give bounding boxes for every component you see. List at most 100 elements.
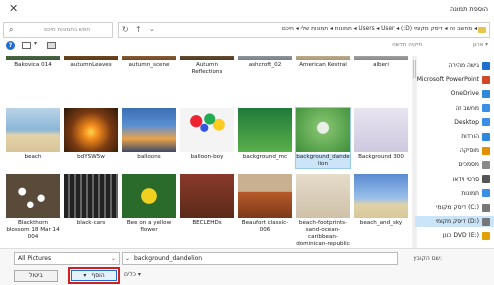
image-thumbnail[interactable]: [64, 56, 118, 60]
window-title: הוספת תמונה: [450, 5, 488, 13]
image-thumbnail[interactable]: [180, 56, 234, 60]
image-thumbnail[interactable]: [180, 174, 234, 218]
nav-item-label: מוסיקה: [459, 147, 479, 155]
file-name: American Kestral: [299, 62, 347, 68]
nav-item-label: גישה מהירה: [448, 62, 479, 69]
nav-item[interactable]: מסמכים: [458, 159, 490, 170]
nav-item[interactable]: הורדות: [461, 131, 490, 142]
file-tile[interactable]: balloons: [122, 108, 176, 161]
nav-item[interactable]: סרטי וידאו: [453, 174, 490, 185]
file-tile[interactable]: Background 300: [354, 108, 408, 161]
file-tile[interactable]: BECLEHDs: [180, 174, 234, 227]
image-thumbnail[interactable]: [238, 108, 292, 152]
up-arrow-icon[interactable]: ↑: [135, 25, 142, 34]
star-icon: [482, 61, 490, 70]
file-name: Beaufort classic-006: [241, 220, 289, 233]
file-tile[interactable]: Autumn Reflections: [180, 56, 234, 76]
search-icon[interactable]: ⌕: [9, 25, 13, 35]
file-name: balloon-boy: [190, 154, 224, 160]
image-thumbnail[interactable]: [238, 56, 292, 60]
file-tile[interactable]: beach_and_sky: [354, 174, 408, 227]
tools-button[interactable]: כלים ▾: [124, 271, 141, 278]
cancel-button[interactable]: ביטול: [14, 270, 58, 282]
nav-item-label: הורדות: [461, 133, 479, 140]
file-tile[interactable]: beach-footprints-sand-ocean-caribbean-do…: [296, 174, 350, 248]
video-icon: [482, 175, 490, 184]
breadcrumb[interactable]: ◂ מחשב זה ◂ דיסק מקומי (D:) ◂ Users ◂ Us…: [282, 26, 477, 32]
file-tile[interactable]: balloon-boy: [180, 108, 234, 161]
image-thumbnail[interactable]: [296, 56, 350, 60]
image-thumbnail[interactable]: [6, 108, 60, 152]
filter-dropdown-icon[interactable]: ⌄: [111, 255, 116, 262]
refresh-icon[interactable]: ↻: [122, 25, 129, 34]
help-icon[interactable]: ?: [6, 41, 15, 50]
file-tile[interactable]: background_dandelion: [295, 107, 351, 169]
search-box[interactable]: ⌕ חפש בתמונות חיכם: [3, 22, 113, 38]
music-icon: [482, 146, 490, 155]
image-thumbnail[interactable]: [296, 174, 350, 218]
file-tile[interactable]: alberi: [354, 56, 408, 69]
organize-button[interactable]: ארגן ▾: [473, 42, 488, 48]
image-thumbnail[interactable]: [122, 56, 176, 60]
nav-item-label: OneDrive: [450, 90, 479, 98]
file-name: BECLEHDs: [192, 220, 222, 226]
address-bar[interactable]: ↻ ↑ ⌄ ◂ מחשב זה ◂ דיסק מקומי (D:) ◂ User…: [118, 22, 490, 38]
nav-item-label: מחשב זה: [455, 104, 479, 112]
change-view-icon[interactable]: [22, 42, 31, 49]
image-thumbnail[interactable]: [180, 108, 234, 152]
file-tile[interactable]: American Kestral: [296, 56, 350, 69]
drive-icon: [482, 217, 490, 226]
image-thumbnail[interactable]: [296, 108, 350, 152]
dvd-icon: [482, 231, 490, 240]
preview-pane-icon[interactable]: [47, 42, 56, 49]
file-type-filter[interactable]: All Pictures ⌄: [14, 252, 120, 265]
image-thumbnail[interactable]: [354, 56, 408, 60]
file-name: balloons: [137, 154, 161, 160]
nav-item[interactable]: גישה מהירה: [448, 60, 490, 71]
image-thumbnail[interactable]: [6, 56, 60, 60]
nav-item-label: Microsoft PowerPoint: [416, 76, 479, 84]
nav-item[interactable]: Microsoft PowerPoint: [417, 74, 490, 85]
file-tile[interactable]: bdYSW5w: [64, 108, 118, 161]
nav-item[interactable]: דיסק מקומי (D:): [415, 216, 494, 228]
file-name: Autumn Reflections: [191, 62, 223, 75]
file-tile[interactable]: Blackthorn blossom 18 Mar 14 004: [6, 174, 60, 241]
nav-item[interactable]: Desktop: [454, 117, 490, 128]
insert-dropdown-icon[interactable]: ▾: [83, 272, 86, 279]
image-thumbnail[interactable]: [354, 108, 408, 152]
nav-item[interactable]: דיסק מקומי (C:): [436, 202, 490, 213]
insert-button[interactable]: ▾ הוסף: [71, 270, 117, 281]
new-folder-button[interactable]: תיקיה חדשה: [392, 42, 422, 48]
filename-input[interactable]: ⌄ background_dandelion: [122, 252, 398, 265]
file-tile[interactable]: background_mc: [238, 108, 292, 161]
folder-icon: [478, 27, 486, 33]
image-thumbnail[interactable]: [64, 108, 118, 152]
file-name: Blackthorn blossom 18 Mar 14 004: [6, 220, 60, 240]
image-thumbnail[interactable]: [238, 174, 292, 218]
pictures-icon: [482, 189, 490, 198]
file-tile[interactable]: beach: [6, 108, 60, 161]
file-tile[interactable]: black-cars: [64, 174, 118, 227]
file-tile[interactable]: Beaufort classic-006: [238, 174, 292, 234]
nav-item[interactable]: OneDrive: [451, 88, 490, 99]
image-thumbnail[interactable]: [122, 108, 176, 152]
image-thumbnail[interactable]: [122, 174, 176, 218]
view-dropdown-icon[interactable]: ▾: [34, 40, 37, 47]
address-dropdown-icon[interactable]: ⌄: [149, 25, 155, 33]
file-tile[interactable]: Bee on a yellow flower: [122, 174, 176, 234]
file-tile[interactable]: autumn_scene: [122, 56, 176, 69]
nav-item[interactable]: מחשב זה: [455, 103, 490, 114]
file-tile[interactable]: ashcroft_02: [238, 56, 292, 69]
file-tile[interactable]: Bakovica 014: [6, 56, 60, 69]
image-thumbnail[interactable]: [64, 174, 118, 218]
nav-item[interactable]: תמונות: [461, 188, 490, 199]
close-icon[interactable]: ✕: [9, 2, 18, 15]
filename-dropdown-icon[interactable]: ⌄: [125, 255, 130, 262]
nav-item[interactable]: מוסיקה: [460, 145, 490, 156]
image-thumbnail[interactable]: [6, 174, 60, 218]
image-thumbnail[interactable]: [354, 174, 408, 218]
file-tile[interactable]: autumnLeaves: [64, 56, 118, 69]
nav-item[interactable]: כונן DVD (E:): [443, 230, 490, 241]
file-name: Background 300: [358, 154, 404, 160]
file-name: Bee on a yellow flower: [126, 220, 172, 233]
